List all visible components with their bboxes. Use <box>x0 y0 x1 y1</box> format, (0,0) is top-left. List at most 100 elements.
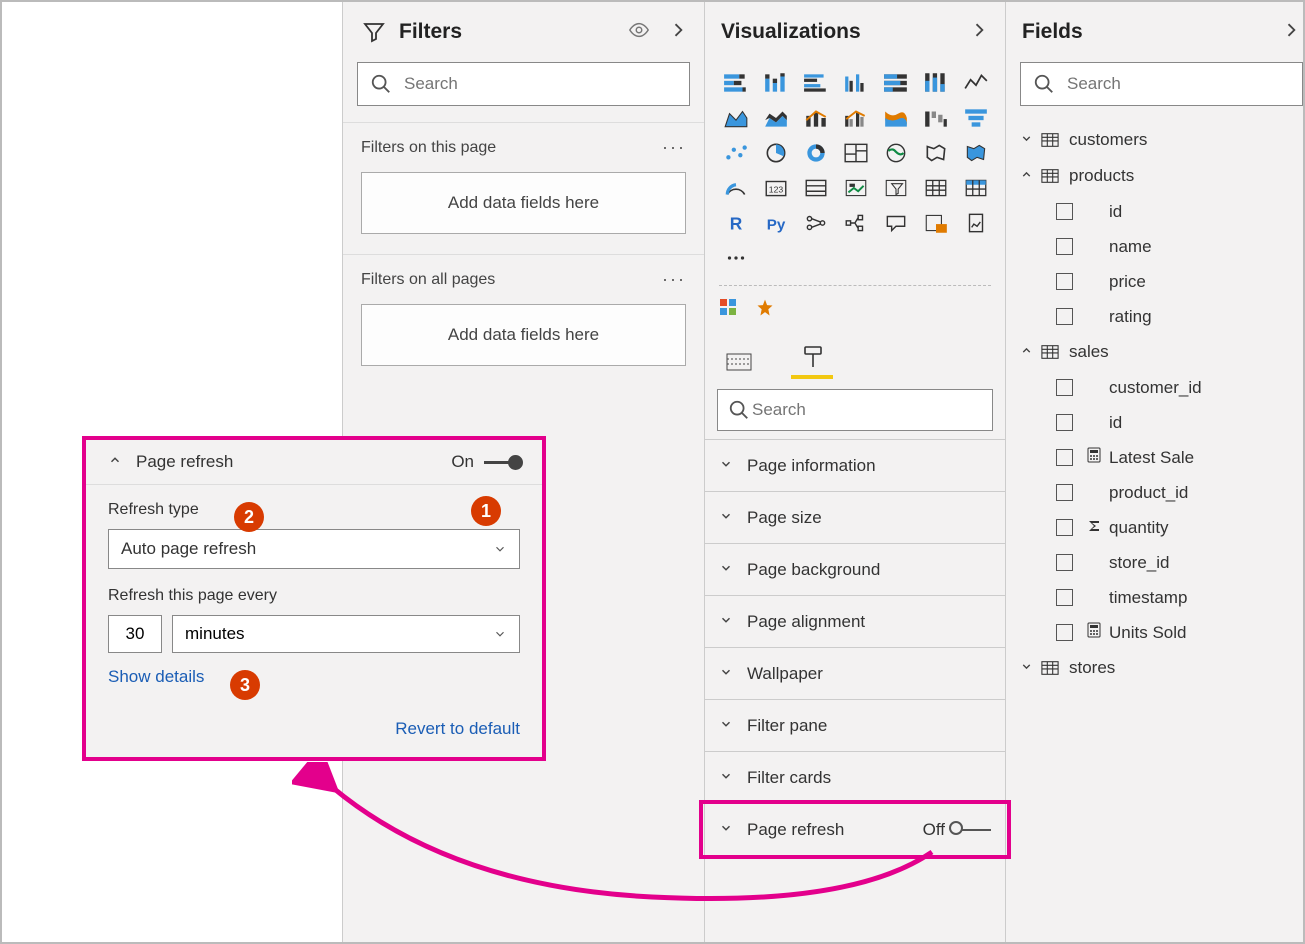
viz-clustered-bar-icon[interactable] <box>799 68 832 97</box>
viz-smart-narrative-icon[interactable] <box>919 208 952 237</box>
field-quantity[interactable]: quantity <box>1006 510 1305 545</box>
field-checkbox[interactable] <box>1056 624 1073 641</box>
filters-search[interactable] <box>357 62 690 106</box>
more-icon[interactable]: ··· <box>662 269 686 290</box>
viz-line-stacked-column-icon[interactable] <box>799 103 832 132</box>
viz-card-icon[interactable]: 123 <box>759 173 792 202</box>
viz-more-icon[interactable] <box>719 243 752 272</box>
viz-gauge-icon[interactable] <box>719 173 752 202</box>
fields-search[interactable] <box>1020 62 1303 106</box>
collapse-pane-icon[interactable] <box>1281 20 1301 45</box>
filters-all-pages-drop[interactable]: Add data fields here <box>361 304 686 366</box>
viz-stacked-area-icon[interactable] <box>759 103 792 132</box>
format-section[interactable]: Page alignment <box>705 595 1005 647</box>
field-checkbox[interactable] <box>1056 273 1073 290</box>
format-search-input[interactable] <box>750 399 982 421</box>
viz-slicer-icon[interactable] <box>879 173 912 202</box>
viz-multi-row-card-icon[interactable] <box>799 173 832 202</box>
viz-donut-icon[interactable] <box>799 138 832 167</box>
revert-to-default-link[interactable]: Revert to default <box>86 703 542 757</box>
filters-search-input[interactable] <box>402 73 677 95</box>
field-checkbox[interactable] <box>1056 519 1073 536</box>
more-icon[interactable]: ··· <box>662 137 686 158</box>
viz-python-icon[interactable]: Py <box>759 208 792 237</box>
viz-r-script-icon[interactable]: R <box>719 208 752 237</box>
field-checkbox[interactable] <box>1056 414 1073 431</box>
format-section[interactable]: Filter pane <box>705 699 1005 751</box>
viz-table-icon[interactable] <box>919 173 952 202</box>
field-checkbox[interactable] <box>1056 484 1073 501</box>
viz-kpi-icon[interactable] <box>839 173 872 202</box>
viz-filled-map-icon[interactable] <box>919 138 952 167</box>
tab-format[interactable] <box>791 345 833 379</box>
field-checkbox[interactable] <box>1056 308 1073 325</box>
fields-search-input[interactable] <box>1065 73 1290 95</box>
field-table-products[interactable]: products <box>1006 158 1305 194</box>
callout-toggle[interactable]: On <box>451 452 520 472</box>
interval-unit-select[interactable]: minutes <box>172 615 520 653</box>
viz-100-stacked-column-icon[interactable] <box>919 68 952 97</box>
field-customer_id[interactable]: customer_id <box>1006 370 1305 405</box>
viz-line-clustered-column-icon[interactable] <box>839 103 872 132</box>
show-details-link[interactable]: Show details <box>108 667 520 687</box>
viz-waterfall-icon[interactable] <box>919 103 952 132</box>
format-search[interactable] <box>717 389 993 431</box>
sigma-icon <box>1087 518 1101 538</box>
field-table-stores[interactable]: stores <box>1006 650 1305 686</box>
refresh-type-select[interactable]: Auto page refresh <box>108 529 520 569</box>
field-rating[interactable]: rating <box>1006 299 1305 334</box>
viz-ribbon-icon[interactable] <box>879 103 912 132</box>
viz-matrix-icon[interactable] <box>959 173 992 202</box>
collapse-pane-icon[interactable] <box>668 20 688 45</box>
chevron-up-icon[interactable] <box>108 452 122 472</box>
page-refresh-toggle[interactable]: Off <box>923 820 991 840</box>
viz-treemap-icon[interactable] <box>839 138 872 167</box>
field-name[interactable]: name <box>1006 229 1305 264</box>
visualizations-title: Visualizations <box>721 20 969 44</box>
viz-map-icon[interactable] <box>879 138 912 167</box>
format-section[interactable]: Page background <box>705 543 1005 595</box>
viz-qa-icon[interactable] <box>879 208 912 237</box>
field-checkbox[interactable] <box>1056 238 1073 255</box>
field-timestamp[interactable]: timestamp <box>1006 580 1305 615</box>
format-section[interactable]: Wallpaper <box>705 647 1005 699</box>
viz-line-icon[interactable] <box>959 68 992 97</box>
viz-100-stacked-bar-icon[interactable] <box>879 68 912 97</box>
tab-fields[interactable] <box>719 345 761 379</box>
field-checkbox[interactable] <box>1056 589 1073 606</box>
field-latest-sale[interactable]: Latest Sale <box>1006 440 1305 475</box>
viz-stacked-bar-icon[interactable] <box>719 68 752 97</box>
viz-funnel-icon[interactable] <box>959 103 992 132</box>
field-price[interactable]: price <box>1006 264 1305 299</box>
filters-on-page-drop[interactable]: Add data fields here <box>361 172 686 234</box>
field-checkbox[interactable] <box>1056 203 1073 220</box>
field-checkbox[interactable] <box>1056 379 1073 396</box>
appsource-visual-icon[interactable] <box>719 298 739 323</box>
viz-shape-map-icon[interactable] <box>959 138 992 167</box>
viz-area-icon[interactable] <box>719 103 752 132</box>
format-section[interactable]: Page information <box>705 439 1005 491</box>
field-table-customers[interactable]: customers <box>1006 122 1305 158</box>
viz-paginated-report-icon[interactable] <box>959 208 992 237</box>
field-table-sales[interactable]: sales <box>1006 334 1305 370</box>
viz-clustered-column-icon[interactable] <box>839 68 872 97</box>
pinned-visual-icon[interactable] <box>755 298 775 323</box>
format-section[interactable]: Filter cards <box>705 751 1005 803</box>
visibility-icon[interactable] <box>628 19 650 46</box>
field-units-sold[interactable]: Units Sold <box>1006 615 1305 650</box>
field-id[interactable]: id <box>1006 194 1305 229</box>
collapse-pane-icon[interactable] <box>969 20 989 45</box>
viz-pie-icon[interactable] <box>759 138 792 167</box>
viz-decomposition-tree-icon[interactable] <box>839 208 872 237</box>
field-id[interactable]: id <box>1006 405 1305 440</box>
field-product_id[interactable]: product_id <box>1006 475 1305 510</box>
interval-value-input[interactable]: 30 <box>108 615 162 653</box>
field-checkbox[interactable] <box>1056 554 1073 571</box>
viz-scatter-icon[interactable] <box>719 138 752 167</box>
field-store_id[interactable]: store_id <box>1006 545 1305 580</box>
format-section-page-refresh[interactable]: Page refresh Off <box>705 803 1005 855</box>
field-checkbox[interactable] <box>1056 449 1073 466</box>
viz-stacked-column-icon[interactable] <box>759 68 792 97</box>
viz-key-influencers-icon[interactable] <box>799 208 832 237</box>
format-section[interactable]: Page size <box>705 491 1005 543</box>
